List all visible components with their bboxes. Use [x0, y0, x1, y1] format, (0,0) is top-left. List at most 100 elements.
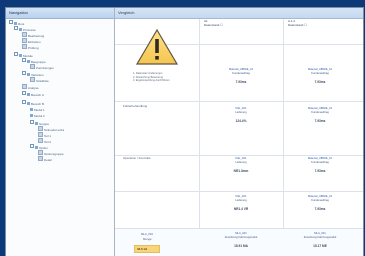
document-icon: [38, 156, 43, 161]
folder-icon: [30, 114, 33, 117]
row-label-fehlerbehandlung: Fehlerbehandlung: [123, 104, 148, 108]
middle-value-4: Material_ABWIE_10 Kundenauftrag 7.93ms: [281, 157, 359, 173]
value-text: 7.93ms: [314, 80, 326, 84]
column-header-2: A.1.2 Datenstand ☐: [283, 19, 363, 43]
folder-icon: [27, 102, 30, 105]
navigation-panel: Navigation Root Prozesse Bearbeitung Ein…: [6, 8, 115, 256]
value-text: 7.93ms: [314, 119, 326, 123]
tree-item-bereich-a[interactable]: Bereich A: [22, 91, 44, 97]
comparison-panel: Vergleich A1 Datenstand ☐ A.1.2 Datensta…: [115, 8, 363, 256]
comparison-header: Vergleich: [115, 8, 363, 19]
collapse-toggle-icon[interactable]: [22, 100, 26, 104]
value-subtitle: Kundenauftrag: [311, 199, 329, 202]
warning-icon: [135, 28, 179, 67]
collapse-toggle-icon[interactable]: [22, 91, 26, 95]
tree-item-stueckliste[interactable]: Stückliste: [30, 77, 49, 83]
column-header-1: A1 Datenstand ☐: [199, 19, 283, 43]
row-divider: [115, 155, 363, 156]
tree-item-label: Zuordnungen: [36, 66, 54, 70]
notes-list: 1. Datensatz Änderungen 2. Abweichung Be…: [133, 72, 191, 83]
value-subtitle: Kundenauftrag: [311, 72, 329, 75]
top-value-2: Material_ABWIE_10 Kundenauftrag 7.93ms: [281, 68, 359, 84]
column-subtitle[interactable]: Datenstand ☐: [288, 23, 363, 27]
screenshot-frame: Navigation Root Prozesse Bearbeitung Ein…: [5, 7, 364, 256]
tree-item-analyse[interactable]: Analyse: [22, 84, 39, 90]
folder-icon: [30, 108, 33, 111]
tree-item-label: Bereich A: [31, 93, 44, 97]
document-icon: [22, 44, 27, 49]
tree-item-label: Modul 1: [34, 108, 45, 112]
folder-icon: [27, 73, 30, 76]
collapse-toggle-icon[interactable]: [14, 26, 18, 30]
value-subtitle: Lieferung: [235, 161, 247, 164]
tree-item-pruefung[interactable]: Prüfung: [22, 44, 39, 50]
value-subtitle: Lieferung: [235, 199, 247, 202]
tree-item-label: Prüfung: [28, 46, 39, 50]
document-icon: [22, 84, 27, 89]
document-icon: [38, 126, 43, 131]
row-label-operation: Operation / Kontrolle: [123, 156, 151, 160]
bottom-label-top: MLA_001: [141, 232, 153, 236]
value-text: 7.93ms: [235, 80, 247, 84]
collapse-toggle-icon[interactable]: [22, 71, 26, 75]
value-text: NR1.3mm: [233, 169, 249, 173]
document-icon: [22, 38, 27, 43]
folder-icon: [27, 60, 30, 63]
bottom-value-1: MLA_001 Zuordnung Fahrzeugmodul 15.91 MA: [202, 232, 280, 248]
middle-value-3: Klär_A01 Lieferung NR1.3mm: [202, 157, 280, 173]
collapse-toggle-icon[interactable]: [22, 58, 26, 62]
row-divider: [115, 101, 363, 102]
collapse-toggle-icon[interactable]: [9, 20, 13, 24]
top-value-1: Material_ABWIE_10 Kundenauftrag 7.93ms: [202, 68, 280, 84]
folder-icon: [27, 93, 30, 96]
value-text: 7.93ms: [314, 169, 326, 173]
document-icon: [38, 132, 43, 137]
highlighted-value: 34.5 ml: [137, 247, 148, 251]
tree-item-label: Bereich B: [31, 102, 45, 106]
tree-item-bereich-b[interactable]: Bereich B: [22, 100, 44, 106]
column-divider: [199, 19, 200, 256]
collapse-toggle-icon[interactable]: [14, 52, 18, 56]
tree-item-zuordnungen[interactable]: Zuordnungen: [30, 64, 54, 70]
bottom-value-2: MLA_001 Zuordnung Fahrzeugmodul 15.17 ME: [281, 232, 359, 248]
value-text: 124.4%: [235, 119, 247, 123]
tree-item-label: Stückliste: [36, 79, 49, 83]
tree-item-label: Analyse: [28, 86, 39, 90]
document-icon: [30, 77, 35, 82]
note-item: 3. Ergebnisprüfung durchführen: [133, 79, 170, 83]
document-icon: [22, 32, 27, 37]
middle-value-2: Material_ABWIE_10 Kundenauftrag 7.93ms: [281, 107, 359, 123]
value-text: 7.93ms: [314, 207, 326, 211]
collapse-toggle-icon[interactable]: [30, 144, 34, 148]
value-subtitle: Kundenauftrag: [311, 111, 329, 114]
folder-icon: [19, 28, 22, 31]
tree-item-detail[interactable]: Detail: [38, 156, 52, 162]
value-text: NR1.4 VR: [233, 207, 249, 211]
bottom-label-bottom: Menge: [143, 237, 152, 241]
document-icon: [30, 64, 35, 69]
folder-icon: [35, 122, 38, 125]
folder-icon: [14, 22, 17, 25]
tree-item-modul-2[interactable]: Modul 2: [30, 113, 45, 119]
value-subtitle: Lieferung: [235, 111, 247, 114]
tree-item-label: Modul 2: [34, 114, 45, 118]
value-subtitle: Kundenauftrag: [232, 72, 250, 75]
value-subtitle: Zuordnung Fahrzeugmodul: [224, 236, 258, 239]
middle-value-5: Klär_A01 Lieferung NR1.4 VR: [202, 195, 280, 211]
navigation-header: Navigation: [6, 8, 114, 19]
column-subtitle[interactable]: Datenstand ☐: [204, 23, 283, 27]
value-text: 15.17 ME: [313, 244, 327, 248]
folder-icon: [35, 146, 38, 149]
folder-icon: [19, 54, 22, 57]
value-subtitle: Kundenauftrag: [311, 161, 329, 164]
row-divider: [115, 191, 363, 192]
document-icon: [38, 138, 43, 143]
middle-value-6: Material_ABWIE_10 Kundenauftrag 7.93ms: [281, 195, 359, 211]
value-text: 15.91 MA: [234, 244, 248, 248]
tree-item-label: Detail: [44, 158, 52, 162]
collapse-toggle-icon[interactable]: [30, 120, 34, 124]
document-icon: [38, 150, 43, 155]
value-subtitle: Zuordnung Fahrzeugmodul: [303, 236, 337, 239]
column-divider: [283, 19, 284, 256]
middle-value-1: Klär_A01 Lieferung 124.4%: [202, 107, 280, 123]
